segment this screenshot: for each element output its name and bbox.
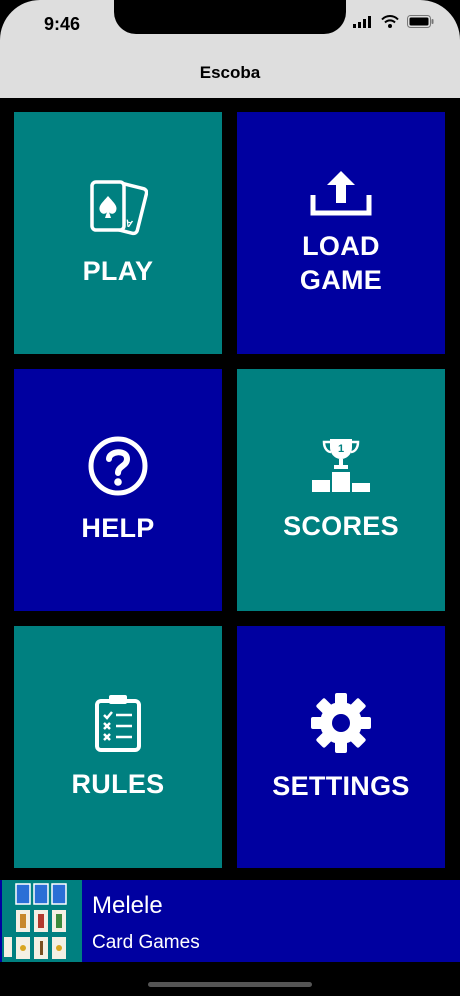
load-game-button[interactable]: LOAD GAME xyxy=(237,112,445,354)
settings-label: SETTINGS xyxy=(272,771,410,801)
playing-cards-icon: A xyxy=(90,180,148,236)
svg-text:1: 1 xyxy=(338,443,344,455)
scores-label: SCORES xyxy=(283,511,399,541)
load-game-label-line2: GAME xyxy=(299,265,383,295)
signal-icon xyxy=(353,15,371,28)
upload-icon xyxy=(310,171,372,216)
home-indicator[interactable] xyxy=(148,982,312,987)
rules-button[interactable]: RULES xyxy=(14,626,222,868)
gear-icon xyxy=(311,693,371,753)
question-circle-icon xyxy=(88,436,148,496)
settings-button[interactable]: SETTINGS xyxy=(237,626,445,868)
ad-banner[interactable]: Melele Card Games xyxy=(0,880,460,962)
play-label: PLAY xyxy=(82,256,154,286)
trophy-podium-icon: 1 xyxy=(312,439,370,492)
play-button[interactable]: A PLAY xyxy=(14,112,222,354)
help-label: HELP xyxy=(81,513,155,543)
device-notch xyxy=(114,0,346,34)
rules-label: RULES xyxy=(71,769,165,799)
wifi-icon xyxy=(381,15,399,28)
load-game-label-line1: LOAD xyxy=(302,231,380,261)
clipboard-checklist-icon xyxy=(95,695,141,752)
scores-button[interactable]: 1 SCORES xyxy=(237,369,445,611)
card-games-thumbnail xyxy=(2,880,82,962)
status-icons xyxy=(353,15,434,28)
ad-title: Melele xyxy=(92,892,163,919)
ad-subtitle: Card Games xyxy=(92,932,200,953)
battery-icon xyxy=(407,15,434,28)
status-and-nav-bar: 9:46 Escoba xyxy=(0,0,460,98)
nav-title: Escoba xyxy=(199,63,261,82)
main-menu-grid: A PLAY LOAD GAME HELP 1 SCORES RULES SET… xyxy=(0,98,460,878)
status-time: 9:46 xyxy=(44,14,81,34)
help-button[interactable]: HELP xyxy=(14,369,222,611)
